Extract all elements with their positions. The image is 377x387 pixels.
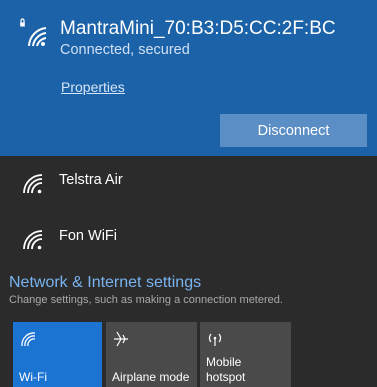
wifi-icon [23,230,43,250]
wifi-icon [23,174,43,194]
mobile-hotspot-tile[interactable]: Mobile hotspot [200,322,291,387]
airplane-mode-label: Airplane mode [112,370,190,384]
disconnect-button[interactable]: Disconnect [220,114,367,147]
airplane-icon [114,331,128,347]
network-name: Telstra Air [59,172,123,188]
wifi-tile-label: Wi-Fi [19,370,47,384]
mobile-hotspot-label: Mobile hotspot [206,355,245,385]
wifi-secured-icon [20,18,47,47]
connected-network-name: MantraMini_70:B3:D5:CC:2F:BC [60,18,336,39]
wifi-toggle-tile[interactable]: Wi-Fi [13,322,102,387]
network-item-fon-wifi[interactable]: Fon WiFi [0,214,377,262]
network-settings-link[interactable]: Network & Internet settings [9,274,201,292]
network-settings-description: Change settings, such as making a connec… [9,294,283,306]
wifi-icon [21,332,36,347]
network-name: Fon WiFi [59,228,117,244]
hotspot-label-line-1: Mobile [206,355,242,369]
connected-network-panel[interactable]: MantraMini_70:B3:D5:CC:2F:BC Connected, … [0,0,377,156]
properties-link[interactable]: Properties [61,79,125,95]
airplane-mode-tile[interactable]: Airplane mode [106,322,197,387]
hotspot-icon [208,333,222,346]
hotspot-label-line-2: hotspot [206,370,246,384]
network-item-telstra-air[interactable]: Telstra Air [0,158,377,206]
connection-status: Connected, secured [60,42,190,58]
